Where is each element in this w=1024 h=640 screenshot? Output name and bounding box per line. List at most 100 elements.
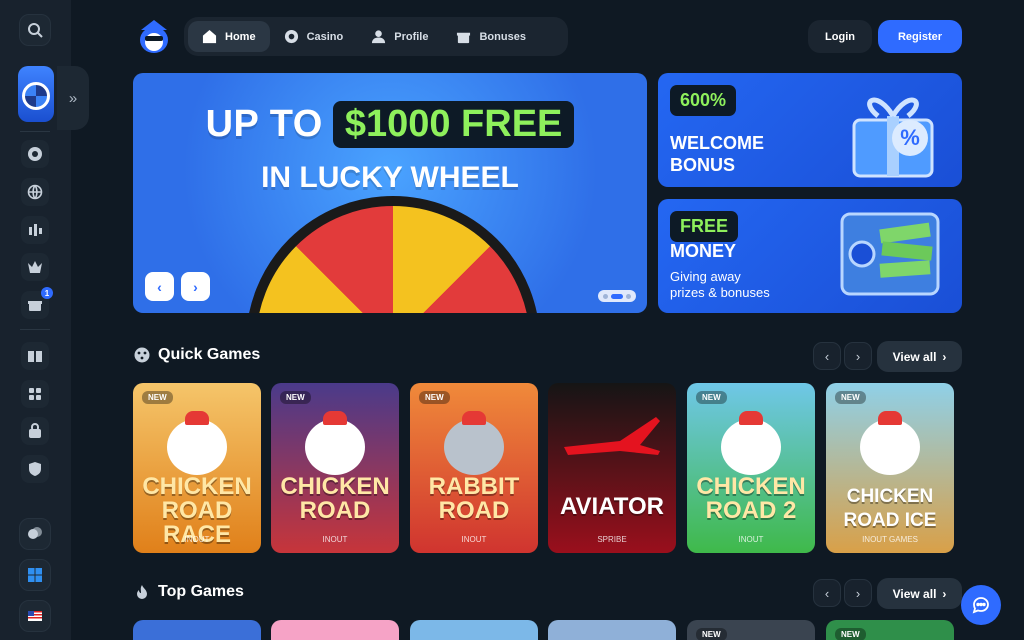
game-card-rabbit-road[interactable]: NEW RABBIT ROAD INOUT — [410, 383, 538, 553]
user-icon — [372, 30, 386, 44]
money-title: MONEY — [670, 241, 737, 261]
hero-subtitle: IN LUCKY WHEEL — [261, 161, 519, 194]
sidebar-item-sports[interactable] — [21, 178, 49, 206]
language-button[interactable] — [19, 600, 51, 632]
quick-games-next-button[interactable]: › — [844, 342, 872, 370]
game-provider: INOUT — [322, 535, 348, 544]
windows-app-button[interactable] — [19, 559, 51, 591]
top-games-view-all-button[interactable]: View all › — [877, 578, 962, 609]
nav-home[interactable]: Home — [188, 21, 270, 52]
chicken-character-icon — [721, 411, 781, 475]
quick-games-view-all-button[interactable]: View all › — [877, 341, 962, 372]
nav-bonuses[interactable]: Bonuses — [442, 21, 539, 52]
top-game-card[interactable] — [548, 620, 676, 640]
money-sub-1: Giving away — [670, 269, 741, 284]
nav-home-label: Home — [225, 30, 256, 43]
hero-amount: $1000 FREE — [332, 101, 575, 148]
game-provider: INOUT — [461, 535, 487, 544]
nav-profile[interactable]: Profile — [357, 21, 442, 52]
new-badge: NEW — [142, 391, 173, 404]
sidebar-item-casino[interactable] — [21, 140, 49, 168]
pagination-dot-active[interactable] — [611, 293, 623, 299]
new-badge: NEW — [280, 391, 311, 404]
pagination-dot[interactable] — [626, 293, 631, 299]
game-card-aviator[interactable]: AVIATOR SPRIBE — [548, 383, 676, 553]
hero-banner[interactable]: UP TO $1000 FREE IN LUCKY WHEEL ‹ › — [133, 73, 647, 313]
sidebar-item-bonuses[interactable]: 1 — [21, 287, 53, 319]
chevron-right-icon: › — [942, 349, 947, 364]
sidebar-item-vip[interactable] — [21, 253, 49, 281]
rabbit-character-icon — [444, 411, 504, 475]
chicken-character-icon — [167, 411, 227, 475]
search-button[interactable] — [19, 14, 51, 46]
sidebar-toggle-button[interactable]: » — [57, 66, 89, 130]
game-card-chicken-road[interactable]: NEW CHICKEN ROAD INOUT — [271, 383, 399, 553]
top-games-title: Top Games — [158, 583, 244, 600]
welcome-title-1: WELCOME — [670, 133, 764, 153]
login-button[interactable]: Login — [808, 20, 872, 53]
plane-icon — [564, 417, 660, 455]
quick-games-title: Quick Games — [158, 346, 261, 363]
penguin-logo-icon — [140, 20, 168, 53]
free-tag: FREE — [670, 211, 739, 242]
game-provider: INOUT GAMES — [862, 535, 918, 544]
pagination-dot[interactable] — [603, 293, 608, 299]
book-icon — [28, 351, 42, 362]
game-card-chicken-road-ice[interactable]: NEW CHICKEN ROAD ICE INOUT GAMES — [826, 383, 954, 553]
sidebar-item-security[interactable] — [21, 455, 49, 483]
chevron-right-icon: › — [942, 586, 947, 601]
live-chat-button[interactable] — [961, 585, 1001, 625]
lucky-wheel-promo[interactable] — [18, 66, 54, 122]
top-game-card[interactable] — [410, 620, 538, 640]
nav-casino-label: Casino — [306, 30, 344, 43]
chicken-character-icon — [305, 411, 365, 475]
sidebar-divider — [20, 329, 50, 330]
game-provider: INOUT — [184, 535, 210, 544]
sidebar-item-blog[interactable] — [21, 342, 49, 370]
windows-icon — [28, 568, 42, 582]
sidebar-item-tournaments[interactable] — [21, 417, 49, 445]
chart-icon — [29, 224, 42, 236]
top-games-heading: Top Games — [134, 583, 244, 601]
hero-next-button[interactable]: › — [181, 272, 210, 301]
us-flag-icon — [28, 611, 42, 621]
crown-icon — [28, 261, 42, 273]
svg-text:%: % — [900, 125, 920, 150]
top-games-next-button[interactable]: › — [844, 579, 872, 607]
welcome-title-2: BONUS — [670, 155, 736, 175]
new-badge: NEW — [835, 628, 866, 640]
game-title: RABBIT ROAD — [428, 473, 520, 524]
game-title: CHICKEN ROAD 2 — [696, 473, 806, 524]
sidebar-item-promotions[interactable] — [21, 380, 49, 408]
hero-prefix: UP TO — [205, 103, 323, 145]
money-sub-2: prizes & bonuses — [670, 285, 770, 300]
welcome-tag: 600% — [670, 85, 737, 116]
top-game-card[interactable] — [133, 620, 261, 640]
top-games-prev-button[interactable]: ‹ — [813, 579, 841, 607]
dice-icon — [134, 347, 150, 363]
view-all-label: View all — [892, 586, 937, 601]
support-button[interactable] — [19, 518, 51, 550]
money-safe-icon — [840, 212, 940, 296]
game-title: CHICKEN ROAD ICE — [843, 486, 937, 531]
gift-box-percent-icon: % — [852, 97, 934, 178]
nav-casino[interactable]: Casino — [270, 21, 358, 52]
top-game-card[interactable] — [271, 620, 399, 640]
new-badge: NEW — [696, 391, 727, 404]
new-badge: NEW — [419, 391, 450, 404]
puzzle-icon — [29, 388, 41, 400]
hero-prev-button[interactable]: ‹ — [145, 272, 174, 301]
hero-pagination[interactable] — [598, 290, 636, 302]
game-title: CHICKEN ROAD — [280, 473, 390, 524]
nav-profile-label: Profile — [394, 30, 429, 43]
quick-games-prev-button[interactable]: ‹ — [813, 342, 841, 370]
logo[interactable] — [137, 18, 171, 54]
game-card-chicken-road-2[interactable]: NEW CHICKEN ROAD 2 INOUT — [687, 383, 815, 553]
chat-bubbles-icon — [28, 527, 42, 539]
top-game-card[interactable]: NEW — [826, 620, 954, 640]
sidebar-item-trading[interactable] — [21, 216, 49, 244]
game-card-chicken-road-race[interactable]: NEW CHICKEN ROAD RACE INOUT — [133, 383, 261, 553]
top-game-card[interactable]: NEW — [687, 620, 815, 640]
register-button[interactable]: Register — [878, 20, 962, 53]
gift-icon — [457, 32, 471, 44]
